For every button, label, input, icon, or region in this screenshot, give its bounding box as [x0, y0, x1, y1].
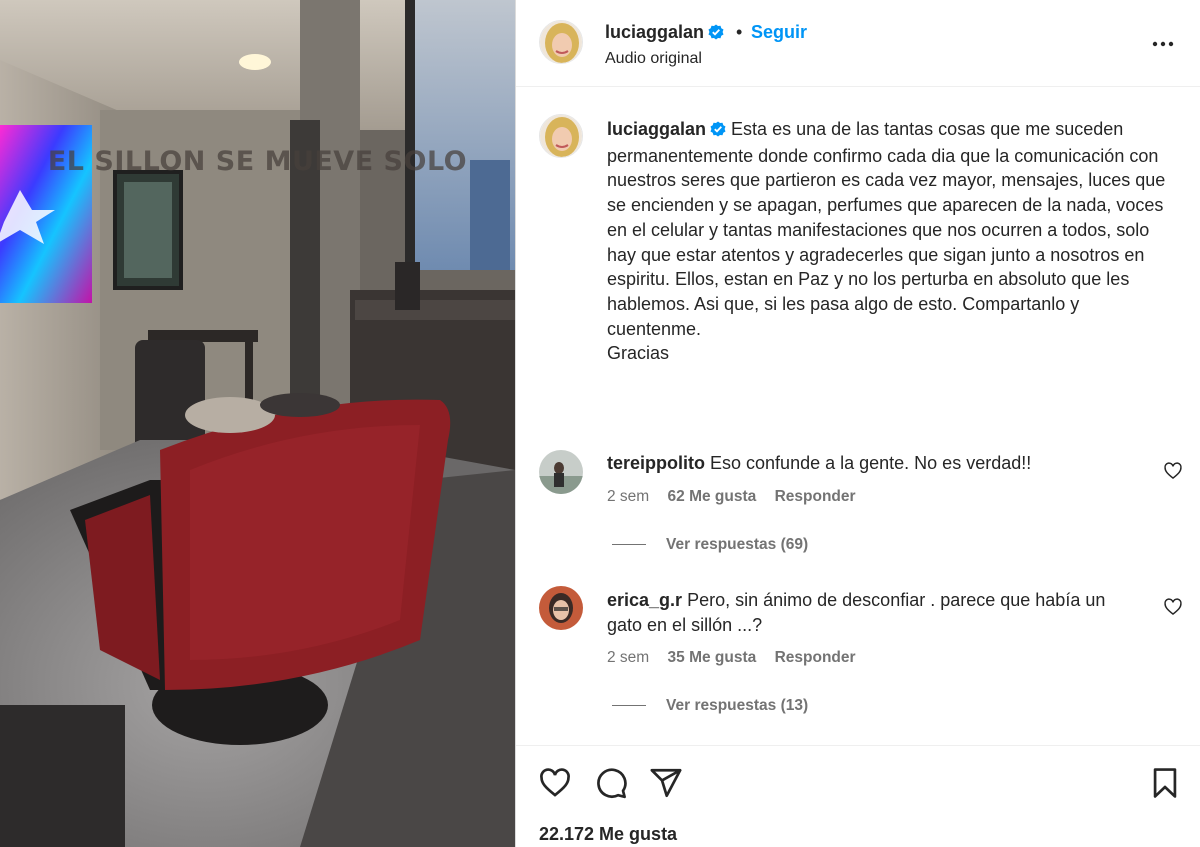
author-username[interactable]: luciaggalan [605, 22, 724, 45]
comment-body: tereippolito Eso confunde a la gente. No… [607, 451, 1127, 476]
more-options-icon[interactable] [1147, 32, 1179, 52]
caption-text: Esta es una de las tantas cosas que me s… [607, 119, 1166, 339]
comment-username[interactable]: erica_g.r [607, 590, 682, 610]
comment-likes[interactable]: 62 Me gusta [668, 488, 757, 505]
replies-divider [612, 705, 646, 707]
reply-button[interactable]: Responder [775, 488, 856, 505]
comment-body: erica_g.r Pero, sin ánimo de desconfiar … [607, 588, 1127, 637]
video-frame [0, 0, 515, 847]
follow-button[interactable]: Seguir [751, 22, 807, 43]
share-icon[interactable] [649, 766, 683, 805]
comment-time[interactable]: 2 sem [607, 488, 649, 505]
view-replies-button[interactable]: Ver respuestas (13) [612, 697, 808, 715]
bookmark-icon[interactable] [1148, 766, 1182, 805]
verified-badge-icon [708, 24, 724, 45]
comment-meta: 2 sem 62 Me gusta Responder [607, 488, 870, 506]
post-video[interactable]: EL SILLON SE MUEVE SOLO [0, 0, 515, 847]
comment-meta: 2 sem 35 Me gusta Responder [607, 649, 870, 667]
caption-username[interactable]: luciaggalan [607, 119, 706, 139]
comment-time[interactable]: 2 sem [607, 649, 649, 666]
author-username-text[interactable]: luciaggalan [605, 22, 704, 42]
view-replies-label[interactable]: Ver respuestas (13) [666, 697, 808, 714]
comment-heart-icon[interactable] [1163, 597, 1183, 617]
view-replies-button[interactable]: Ver respuestas (69) [612, 536, 808, 554]
view-replies-label[interactable]: Ver respuestas (69) [666, 536, 808, 553]
comment-icon[interactable] [594, 766, 628, 805]
comment-heart-icon[interactable] [1163, 461, 1183, 481]
reply-button[interactable]: Responder [775, 649, 856, 666]
author-avatar[interactable] [539, 20, 583, 64]
comment-text: Pero, sin ánimo de desconfiar . parece q… [607, 590, 1106, 635]
post-actions: 22.172 Me gusta [516, 745, 1200, 847]
comment-username[interactable]: tereippolito [607, 453, 705, 473]
post-header: luciaggalan • Seguir Audio original [516, 0, 1200, 87]
post-caption: luciaggalan Esta es una de las tantas co… [607, 117, 1167, 366]
verified-badge-icon [710, 119, 726, 144]
replies-divider [612, 544, 646, 546]
comment-avatar[interactable] [539, 586, 583, 630]
video-overlay-text: EL SILLON SE MUEVE SOLO [47, 146, 468, 177]
comment-likes[interactable]: 35 Me gusta [668, 649, 757, 666]
separator-dot: • [736, 22, 743, 42]
comment-avatar[interactable] [539, 450, 583, 494]
caption-avatar[interactable] [539, 114, 583, 158]
heart-icon[interactable] [538, 766, 572, 805]
likes-count[interactable]: 22.172 Me gusta [539, 824, 677, 845]
caption-closing: Gracias [607, 343, 670, 364]
comment-text: Eso confunde a la gente. No es verdad!! [710, 453, 1032, 473]
audio-label[interactable]: Audio original [605, 50, 702, 68]
post-panel: luciaggalan • Seguir Audio original luci… [515, 0, 1200, 847]
